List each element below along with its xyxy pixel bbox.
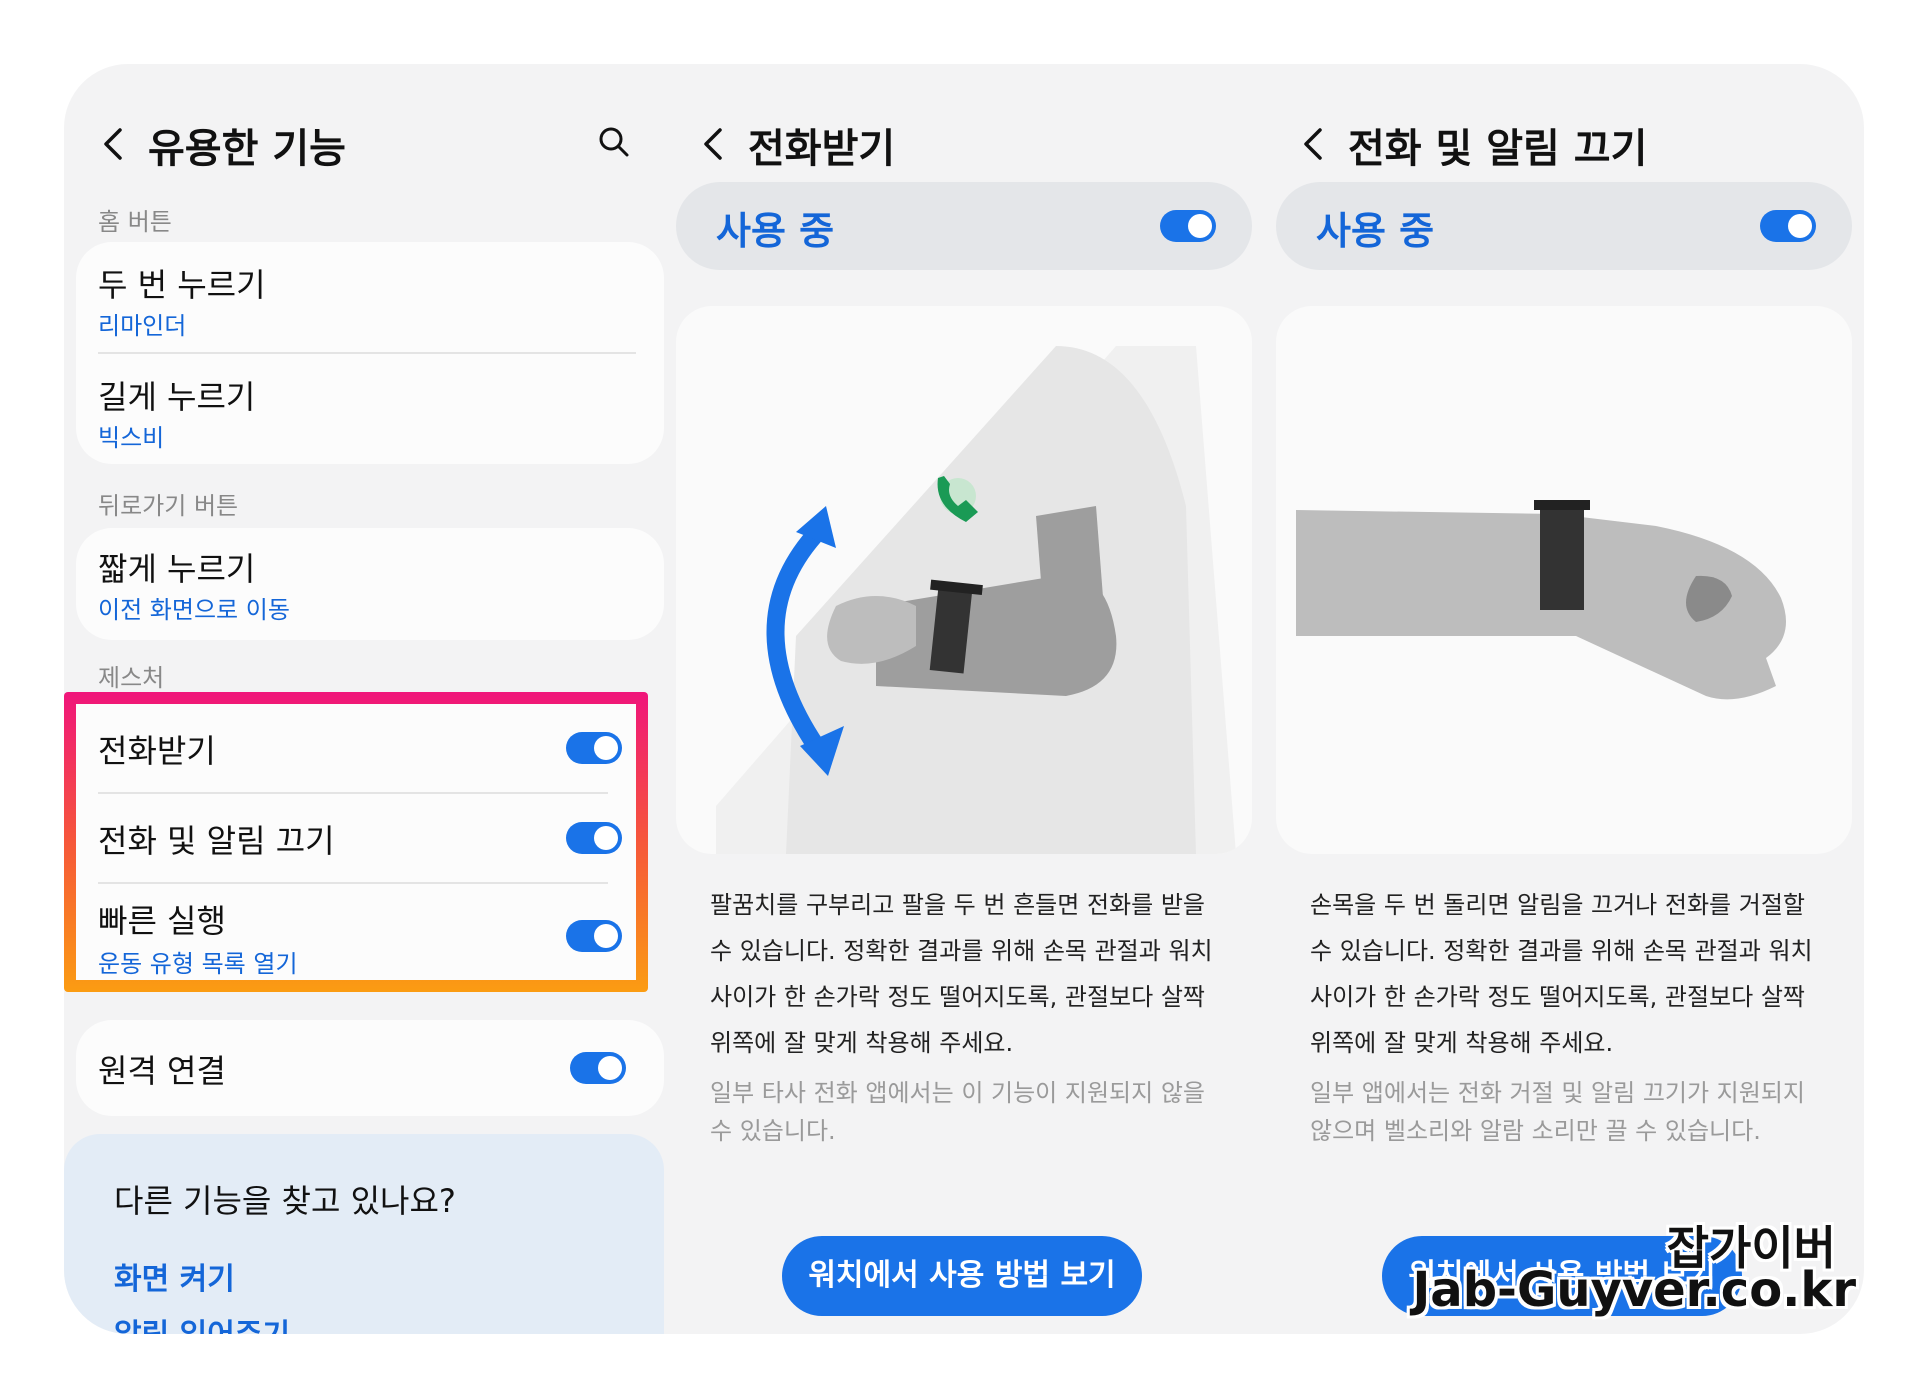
section-home-button: 홈 버튼 xyxy=(98,208,172,236)
view-on-watch-button[interactable]: 워치에서 사용 방법 보기 xyxy=(782,1236,1142,1316)
back-icon[interactable] xyxy=(94,122,134,166)
screen-on-link[interactable]: 화면 켜기 xyxy=(114,1254,235,1298)
note: 일부 앱에서는 전화 거절 및 알림 끄기가 지원되지 않으며 벨소리와 알람 … xyxy=(1310,1079,1806,1145)
answer-call-panel: 전화받기 사용 중 팔꿈치를 구부리고 팔을 두 번 흔들면 전화를 받을 수 … xyxy=(664,64,1264,1334)
double-press-title: 두 번 누르기 xyxy=(98,266,266,304)
arm-raise-illustration xyxy=(716,346,1236,854)
header: 전화받기 xyxy=(664,104,1264,184)
note: 일부 타사 전화 앱에서는 이 기능이 지원되지 않을 수 있습니다. xyxy=(710,1079,1206,1145)
mute-call-title: 전화 및 알림 끄기 xyxy=(98,822,335,860)
description: 손목을 두 번 돌리면 알림을 끄거나 전화를 거절할 수 있습니다. 정확한 … xyxy=(1310,891,1813,1057)
remote-title: 원격 연결 xyxy=(98,1052,226,1090)
home-button-card: 두 번 누르기 리마인더 길게 누르기 빅스비 xyxy=(76,242,664,464)
answer-call-item[interactable]: 전화받기 xyxy=(76,704,636,792)
short-press-sub: 이전 화면으로 이동 xyxy=(98,596,290,624)
back-icon[interactable] xyxy=(1294,122,1334,166)
quick-launch-title: 빠른 실행 xyxy=(98,902,226,940)
mute-call-item[interactable]: 전화 및 알림 끄기 xyxy=(76,794,636,882)
remote-card: 원격 연결 xyxy=(76,1020,664,1116)
header: 유용한 기능 xyxy=(64,104,664,184)
section-gesture: 제스처 xyxy=(98,664,165,692)
page-title: 유용한 기능 xyxy=(148,126,346,172)
useful-features-panel: 유용한 기능 홈 버튼 두 번 누르기 리마인더 길게 누르기 빅스비 뒤로가기… xyxy=(64,64,664,1334)
suggestion-card: 다른 기능을 찾고 있나요? 화면 켜기 알림 읽어주기 xyxy=(64,1134,664,1334)
gesture-card: 전화받기 전화 및 알림 끄기 빠른 실행 운동 유형 목록 열기 xyxy=(76,704,636,980)
master-switch-label: 사용 중 xyxy=(716,209,835,253)
master-toggle[interactable] xyxy=(1760,210,1816,242)
master-switch-bar[interactable]: 사용 중 xyxy=(676,182,1252,270)
back-button-card: 짧게 누르기 이전 화면으로 이동 xyxy=(76,528,664,640)
section-back-button: 뒤로가기 버튼 xyxy=(98,492,239,520)
description: 팔꿈치를 구부리고 팔을 두 번 흔들면 전화를 받을 수 있습니다. 정확한 … xyxy=(710,891,1213,1057)
quick-launch-toggle[interactable] xyxy=(566,920,622,952)
suggestion-question: 다른 기능을 찾고 있나요? xyxy=(114,1182,456,1220)
long-press-sub: 빅스비 xyxy=(98,424,165,452)
answer-call-illustration xyxy=(676,306,1252,854)
master-switch-bar[interactable]: 사용 중 xyxy=(1276,182,1852,270)
header: 전화 및 알림 끄기 xyxy=(1264,104,1864,184)
back-icon[interactable] xyxy=(694,122,734,166)
wrist-turn-illustration xyxy=(1296,500,1786,700)
short-press-item[interactable]: 짧게 누르기 이전 화면으로 이동 xyxy=(76,528,664,640)
quick-launch-item[interactable]: 빠른 실행 운동 유형 목록 열기 xyxy=(76,884,636,980)
remote-item[interactable]: 원격 연결 xyxy=(76,1020,664,1116)
page-title: 전화 및 알림 끄기 xyxy=(1348,126,1648,172)
screenshot-frame: 유용한 기능 홈 버튼 두 번 누르기 리마인더 길게 누르기 빅스비 뒤로가기… xyxy=(64,64,1864,1334)
long-press-title: 길게 누르기 xyxy=(98,378,256,416)
master-switch-label: 사용 중 xyxy=(1316,209,1435,253)
answer-call-toggle[interactable] xyxy=(566,732,622,764)
mute-call-toggle[interactable] xyxy=(566,822,622,854)
short-press-title: 짧게 누르기 xyxy=(98,550,256,588)
long-press-item[interactable]: 길게 누르기 빅스비 xyxy=(76,354,664,464)
watermark-url: Jab-Guyver.co.kr xyxy=(1412,1262,1856,1318)
master-toggle[interactable] xyxy=(1160,210,1216,242)
double-press-sub: 리마인더 xyxy=(98,312,187,340)
double-press-item[interactable]: 두 번 누르기 리마인더 xyxy=(76,242,664,352)
read-notifications-link[interactable]: 알림 읽어주기 xyxy=(114,1310,290,1334)
search-icon[interactable] xyxy=(594,122,634,162)
answer-call-title: 전화받기 xyxy=(98,732,216,770)
page-title: 전화받기 xyxy=(748,126,896,172)
remote-toggle[interactable] xyxy=(570,1052,626,1084)
quick-launch-sub: 운동 유형 목록 열기 xyxy=(98,950,298,978)
mute-call-illustration xyxy=(1276,306,1852,854)
mute-call-panel: 전화 및 알림 끄기 사용 중 손목을 두 번 돌리면 알림을 끄거나 전화를 … xyxy=(1264,64,1864,1334)
